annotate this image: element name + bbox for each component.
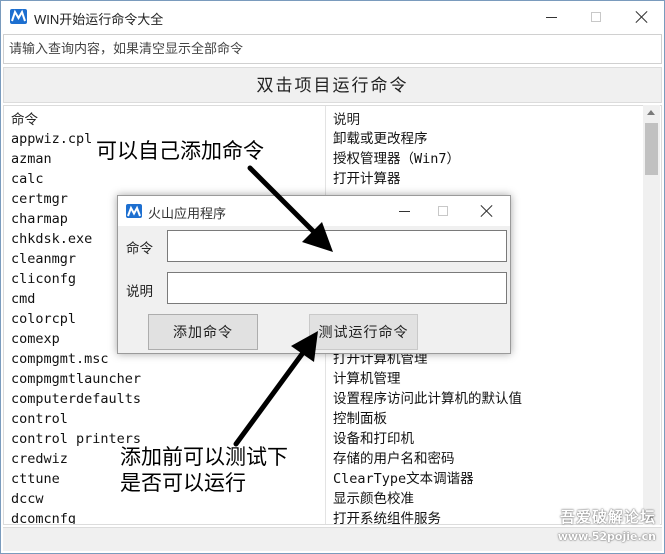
maximize-button[interactable] bbox=[573, 1, 619, 33]
command-cell: azman bbox=[11, 151, 52, 167]
description-cell: 计算机管理 bbox=[333, 371, 401, 387]
dialog-minimize-button[interactable] bbox=[383, 196, 425, 226]
description-cell: 设备和打印机 bbox=[333, 431, 414, 447]
column-header-description[interactable]: 说明 bbox=[333, 108, 360, 128]
maximize-icon bbox=[591, 12, 601, 22]
close-icon bbox=[480, 204, 494, 218]
table-row[interactable]: control 控制面板 bbox=[4, 409, 644, 429]
description-cell: 设置程序访问此计算机的默认值 bbox=[333, 391, 522, 407]
command-cell: charmap bbox=[11, 211, 68, 227]
scrollbar-thumb[interactable] bbox=[645, 123, 658, 175]
description-cell: 显示颜色校准 bbox=[333, 491, 414, 507]
command-input[interactable] bbox=[167, 230, 507, 262]
vertical-scrollbar[interactable] bbox=[643, 105, 660, 525]
command-cell: cttune bbox=[11, 471, 60, 487]
scroll-up-icon[interactable] bbox=[647, 110, 655, 115]
run-hint-banner: 双击项目运行命令 bbox=[3, 67, 662, 103]
annotation-test-before-add: 添加前可以测试下 是否可以运行 bbox=[120, 444, 288, 496]
list-header: 命令 说明 bbox=[4, 106, 644, 128]
command-cell: chkdsk.exe bbox=[11, 231, 93, 247]
table-row[interactable]: calc 打开计算器 bbox=[4, 169, 644, 189]
command-cell: cmd bbox=[11, 291, 36, 307]
annotation-line-2: 是否可以运行 bbox=[120, 471, 246, 495]
dialog-title-bar[interactable]: 火山应用程序 bbox=[118, 196, 510, 226]
command-cell: compmgmt.msc bbox=[11, 351, 109, 367]
table-row[interactable]: control printers 设备和打印机 bbox=[4, 429, 644, 449]
maximize-icon bbox=[438, 206, 448, 216]
command-cell: certmgr bbox=[11, 191, 68, 207]
description-input[interactable] bbox=[167, 272, 507, 304]
command-cell: colorcpl bbox=[11, 311, 77, 327]
command-cell: dccw bbox=[11, 491, 44, 507]
command-cell: cliconfg bbox=[11, 271, 77, 287]
minimize-icon bbox=[398, 210, 410, 212]
description-cell: ClearType文本调谐器 bbox=[333, 471, 474, 487]
table-row[interactable]: credwiz 存储的用户名和密码 bbox=[4, 449, 644, 469]
command-cell: computerdefaults bbox=[11, 391, 142, 407]
description-cell: 打开计算器 bbox=[333, 171, 401, 187]
column-header-command[interactable]: 命令 bbox=[11, 108, 38, 128]
command-cell: calc bbox=[11, 171, 44, 187]
table-row[interactable]: dcomcnfg 打开系统组件服务 bbox=[4, 509, 644, 525]
test-run-command-button[interactable]: 测试运行命令 bbox=[309, 314, 418, 350]
search-input[interactable] bbox=[3, 34, 662, 64]
app-logo-icon bbox=[10, 9, 27, 24]
command-label: 命令 bbox=[126, 241, 153, 257]
close-icon bbox=[635, 10, 649, 24]
description-label: 说明 bbox=[126, 284, 153, 300]
table-row[interactable]: dccw 显示颜色校准 bbox=[4, 489, 644, 509]
command-cell: appwiz.cpl bbox=[11, 131, 93, 147]
window-title: WIN开始运行命令大全 bbox=[34, 12, 164, 27]
watermark-title: 吾爱破解论坛 bbox=[559, 508, 656, 526]
dialog-close-button[interactable] bbox=[466, 196, 508, 226]
dialog-logo-icon bbox=[126, 204, 142, 218]
table-row[interactable]: compmgmtlauncher 计算机管理 bbox=[4, 369, 644, 389]
command-cell: dcomcnfg bbox=[11, 511, 77, 525]
minimize-button[interactable] bbox=[528, 1, 574, 33]
minimize-icon bbox=[545, 16, 557, 18]
dialog-maximize-button[interactable] bbox=[422, 196, 464, 226]
description-cell: 卸载或更改程序 bbox=[333, 131, 428, 147]
description-cell: 授权管理器（Win7） bbox=[333, 151, 461, 167]
command-cell: compmgmtlauncher bbox=[11, 371, 142, 387]
dialog-title: 火山应用程序 bbox=[148, 207, 227, 222]
close-button[interactable] bbox=[619, 1, 665, 33]
table-row[interactable]: computerdefaults 设置程序访问此计算机的默认值 bbox=[4, 389, 644, 409]
description-cell: 控制面板 bbox=[333, 411, 387, 427]
annotation-line-1: 添加前可以测试下 bbox=[120, 445, 288, 469]
command-cell: control bbox=[11, 411, 68, 427]
command-cell: cleanmgr bbox=[11, 251, 77, 267]
add-command-dialog: 火山应用程序 命令 说明 添加命令 测试运行命令 bbox=[117, 195, 511, 354]
watermark-url: www.52pojie.cn bbox=[557, 530, 656, 543]
table-row[interactable]: cttune ClearType文本调谐器 bbox=[4, 469, 644, 489]
description-cell: 打开系统组件服务 bbox=[333, 511, 441, 525]
description-cell: 存储的用户名和密码 bbox=[333, 451, 455, 467]
title-bar[interactable]: WIN开始运行命令大全 bbox=[1, 1, 664, 33]
annotation-add-command: 可以自己添加命令 bbox=[96, 139, 264, 163]
add-command-button[interactable]: 添加命令 bbox=[148, 314, 258, 350]
command-cell: credwiz bbox=[11, 451, 68, 467]
command-cell: comexp bbox=[11, 331, 60, 347]
